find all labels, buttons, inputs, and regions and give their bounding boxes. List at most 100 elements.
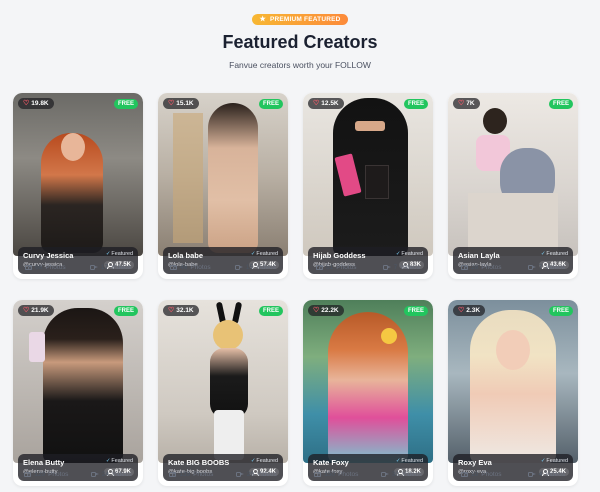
photos-stat: 46 Photos (170, 264, 211, 271)
videos-label: Videos (400, 264, 420, 271)
creator-stats: 51 Photos 7 Videos (303, 256, 433, 279)
videos-label: Videos (111, 264, 131, 271)
videos-count: 15 (245, 264, 254, 271)
video-icon (89, 264, 98, 271)
videos-stat: 29 Videos (235, 471, 277, 478)
likes-count: 21.9K (31, 307, 49, 314)
videos-stat: 7 Videos (527, 264, 565, 271)
creator-stats: 10 Photos 4 Videos (448, 463, 578, 486)
creator-card[interactable]: ♡ 22.2K FREE Kate Foxy @kate-foxy ✓ Featur… (303, 300, 433, 486)
creator-card[interactable]: ♡ 21.9K FREE Elena Butty @elena-butty ✓ Fe… (13, 300, 143, 486)
page-title: Featured Creators (222, 32, 378, 52)
creator-card[interactable]: ♡ 12.5K FREE Hijab Goddess @hijab-goddess… (303, 93, 433, 279)
videos-label: Videos (545, 471, 565, 478)
heart-icon: ♡ (23, 100, 30, 107)
creator-card[interactable]: ♡ 15.1K FREE Lola babe @lola-babe ✓ Featur… (158, 93, 288, 279)
camera-icon (170, 264, 178, 271)
videos-count: 30 (391, 471, 399, 478)
likes-count: 2.3K (466, 307, 481, 314)
likes-badge: ♡ 2.3K (453, 305, 486, 316)
page-subtitle: Fanvue creators worth your FOLLOW (229, 60, 371, 70)
creator-stats: 150 Photos 30 Videos (303, 463, 433, 486)
video-icon (527, 471, 536, 478)
free-badge: FREE (403, 99, 428, 109)
photos-stat: 129 Photos (24, 471, 68, 478)
creator-photo[interactable] (158, 300, 288, 463)
likes-count: 12.5K (321, 100, 339, 107)
videos-count: 7 (538, 264, 543, 271)
camera-icon (169, 471, 177, 478)
videos-label: Videos (256, 264, 276, 271)
photos-label: Photos (45, 264, 66, 271)
camera-icon (314, 471, 322, 478)
video-icon (234, 264, 243, 271)
creator-stats: 46 Photos 15 Videos (158, 256, 288, 279)
premium-badge-label: PREMIUM FEATURED (269, 16, 341, 23)
free-badge: FREE (548, 306, 573, 316)
creator-card[interactable]: ♡ 32.1K FREE Kate BIG BOOBS @kate-big-boo… (158, 300, 288, 486)
videos-stat: 17 Videos (89, 264, 131, 271)
photos-count: 139 (179, 471, 191, 478)
free-badge: FREE (113, 99, 138, 109)
creator-photo[interactable] (448, 93, 578, 256)
free-badge: FREE (258, 99, 283, 109)
photos-label: Photos (190, 264, 211, 271)
free-badge: FREE (258, 306, 283, 316)
creator-stats: 139 Photos 29 Videos (158, 463, 288, 486)
heart-icon: ♡ (23, 307, 30, 314)
videos-label: Videos (402, 471, 422, 478)
photos-stat: 51 Photos (316, 264, 357, 271)
photos-label: Photos (481, 264, 502, 271)
creator-photo[interactable] (448, 300, 578, 463)
photos-stat: 68 Photos (25, 264, 66, 271)
heart-icon: ♡ (168, 100, 175, 107)
videos-stat: 7 Videos (382, 264, 420, 271)
heart-icon: ♡ (168, 307, 175, 314)
likes-badge: ♡ 32.1K (163, 305, 199, 316)
creator-card[interactable]: ♡ 19.8K FREE Curvy Jessica @curvy-jessica… (13, 93, 143, 279)
free-badge: FREE (403, 306, 428, 316)
creator-photo[interactable] (13, 93, 143, 256)
badge-wrap: ★ PREMIUM FEATURED (0, 14, 600, 25)
camera-icon (316, 264, 324, 271)
photos-count: 10 (471, 471, 479, 478)
videos-label: Videos (257, 471, 277, 478)
creator-card[interactable]: ♡ 2.3K FREE Roxy Eva @roxy-eva ✓ Featured … (448, 300, 578, 486)
camera-icon (461, 264, 469, 271)
video-icon (90, 471, 99, 478)
videos-stat: 15 Videos (234, 264, 276, 271)
creator-photo[interactable] (303, 93, 433, 256)
likes-count: 15.1K (176, 100, 194, 107)
heart-icon: ♡ (458, 307, 465, 314)
video-icon (382, 264, 391, 271)
likes-badge: ♡ 19.8K (18, 98, 54, 109)
videos-count: 29 (246, 471, 254, 478)
creator-photo[interactable] (303, 300, 433, 463)
videos-stat: 30 Videos (380, 471, 422, 478)
video-icon (527, 264, 536, 271)
creator-stats: 28 Photos 7 Videos (448, 256, 578, 279)
likes-count: 7K (466, 100, 475, 107)
photos-stat: 28 Photos (461, 264, 502, 271)
video-icon (380, 471, 389, 478)
videos-count: 4 (538, 471, 543, 478)
photos-label: Photos (338, 471, 359, 478)
star-icon: ★ (259, 16, 266, 23)
photos-count: 150 (324, 471, 336, 478)
creator-photo[interactable] (13, 300, 143, 463)
likes-badge: ♡ 21.9K (18, 305, 54, 316)
photos-count: 28 (471, 264, 479, 271)
likes-badge: ♡ 7K (453, 98, 480, 109)
photos-label: Photos (193, 471, 214, 478)
photos-label: Photos (48, 471, 69, 478)
videos-count: 24 (101, 471, 109, 478)
videos-count: 17 (100, 264, 109, 271)
likes-count: 22.2K (321, 307, 339, 314)
photos-stat: 10 Photos (461, 471, 502, 478)
free-badge: FREE (548, 99, 573, 109)
heart-icon: ♡ (313, 307, 320, 314)
creators-grid: ♡ 19.8K FREE Curvy Jessica @curvy-jessica… (13, 93, 587, 486)
photos-stat: 150 Photos (314, 471, 358, 478)
creator-photo[interactable] (158, 93, 288, 256)
creator-card[interactable]: ♡ 7K FREE Asian Layla @asian-layla ✓ Featu… (448, 93, 578, 279)
